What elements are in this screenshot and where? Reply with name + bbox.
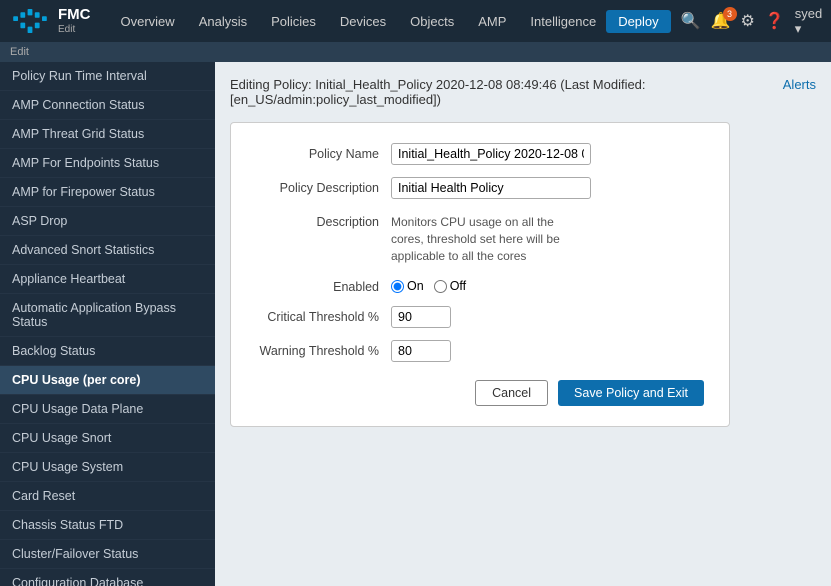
radio-off[interactable]: [434, 280, 447, 293]
policy-description-row: Policy Description: [251, 177, 704, 199]
settings-icon[interactable]: ⚙: [741, 11, 755, 31]
sidebar-item-amp-connection[interactable]: AMP Connection Status: [0, 91, 215, 120]
nav-devices[interactable]: Devices: [330, 10, 396, 33]
logo-area: FMC Edit: [10, 6, 91, 36]
sidebar-item-backlog[interactable]: Backlog Status: [0, 337, 215, 366]
description-text: Monitors CPU usage on all the cores, thr…: [391, 211, 571, 264]
sidebar-item-amp-endpoints[interactable]: AMP For Endpoints Status: [0, 149, 215, 178]
sidebar: Policy Run Time Interval AMP Connection …: [0, 62, 215, 586]
sidebar-item-amp-firepower[interactable]: AMP for Firepower Status: [0, 178, 215, 207]
policy-name-row: Policy Name: [251, 143, 704, 165]
enabled-row: Enabled On Off: [251, 276, 704, 294]
app-title: FMC: [58, 6, 91, 24]
policy-name-input[interactable]: [391, 143, 591, 165]
description-row: Description Monitors CPU usage on all th…: [251, 211, 704, 264]
sidebar-item-cpu-data-plane[interactable]: CPU Usage Data Plane: [0, 395, 215, 424]
radio-on[interactable]: [391, 280, 404, 293]
sidebar-item-chassis-ftd[interactable]: Chassis Status FTD: [0, 511, 215, 540]
nav-policies[interactable]: Policies: [261, 10, 326, 33]
description-label: Description: [251, 211, 391, 229]
enabled-label: Enabled: [251, 276, 391, 294]
critical-threshold-input[interactable]: [391, 306, 451, 328]
nav-objects[interactable]: Objects: [400, 10, 464, 33]
sidebar-item-cpu-system[interactable]: CPU Usage System: [0, 453, 215, 482]
nav-amp[interactable]: AMP: [468, 10, 516, 33]
sidebar-item-cluster-failover[interactable]: Cluster/Failover Status: [0, 540, 215, 569]
top-nav: FMC Edit Overview Analysis Policies Devi…: [0, 0, 831, 42]
user-menu[interactable]: syed ▾: [795, 6, 822, 37]
nav-links: Overview Analysis Policies Devices Objec…: [111, 10, 607, 33]
enabled-radio-group: On Off: [391, 276, 466, 293]
form-actions: Cancel Save Policy and Exit: [251, 380, 704, 406]
nav-analysis[interactable]: Analysis: [189, 10, 257, 33]
on-label: On: [407, 279, 424, 293]
content-area: Alerts Editing Policy: Initial_Health_Po…: [215, 62, 831, 586]
save-button[interactable]: Save Policy and Exit: [558, 380, 704, 406]
nav-right: Deploy 🔍 🔔 3 ⚙ ❓ syed ▾: [606, 6, 822, 37]
policy-description-label: Policy Description: [251, 177, 391, 195]
sidebar-item-cpu-snort[interactable]: CPU Usage Snort: [0, 424, 215, 453]
radio-off-label[interactable]: Off: [434, 279, 466, 293]
sidebar-item-card-reset[interactable]: Card Reset: [0, 482, 215, 511]
main-layout: Policy Run Time Interval AMP Connection …: [0, 62, 831, 586]
breadcrumb: Edit: [10, 46, 29, 58]
sidebar-item-amp-threat-grid[interactable]: AMP Threat Grid Status: [0, 120, 215, 149]
fmc-title: FMC Edit: [58, 6, 91, 36]
critical-threshold-label: Critical Threshold %: [251, 306, 391, 324]
help-icon[interactable]: ❓: [765, 11, 785, 31]
sidebar-item-aab-status[interactable]: Automatic Application Bypass Status: [0, 294, 215, 337]
warning-threshold-input[interactable]: [391, 340, 451, 362]
notification-badge: 3: [723, 7, 737, 21]
sidebar-item-policy-run-time[interactable]: Policy Run Time Interval: [0, 62, 215, 91]
off-label: Off: [450, 279, 466, 293]
sidebar-item-appliance-heartbeat[interactable]: Appliance Heartbeat: [0, 265, 215, 294]
notification-icon[interactable]: 🔔 3: [711, 11, 731, 31]
critical-threshold-row: Critical Threshold %: [251, 306, 704, 328]
search-icon[interactable]: 🔍: [681, 11, 701, 31]
nav-intelligence[interactable]: Intelligence: [520, 10, 606, 33]
sub-nav: Edit: [0, 42, 831, 62]
page-heading: Editing Policy: Initial_Health_Policy 20…: [230, 77, 736, 107]
form-card: Policy Name Policy Description Descripti…: [230, 122, 730, 427]
alerts-link[interactable]: Alerts: [783, 77, 816, 92]
policy-description-input[interactable]: [391, 177, 591, 199]
policy-name-label: Policy Name: [251, 143, 391, 161]
radio-on-label[interactable]: On: [391, 279, 424, 293]
cancel-button[interactable]: Cancel: [475, 380, 548, 406]
nav-overview[interactable]: Overview: [111, 10, 185, 33]
sidebar-item-asp-drop[interactable]: ASP Drop: [0, 207, 215, 236]
sidebar-item-cpu-per-core[interactable]: CPU Usage (per core): [0, 366, 215, 395]
sidebar-item-config-db[interactable]: Configuration Database: [0, 569, 215, 586]
cisco-logo-icon: [10, 8, 50, 34]
app-subtitle: Edit: [58, 24, 91, 36]
warning-threshold-row: Warning Threshold %: [251, 340, 704, 362]
sidebar-item-advanced-snort[interactable]: Advanced Snort Statistics: [0, 236, 215, 265]
deploy-button[interactable]: Deploy: [606, 10, 670, 33]
warning-threshold-label: Warning Threshold %: [251, 340, 391, 358]
